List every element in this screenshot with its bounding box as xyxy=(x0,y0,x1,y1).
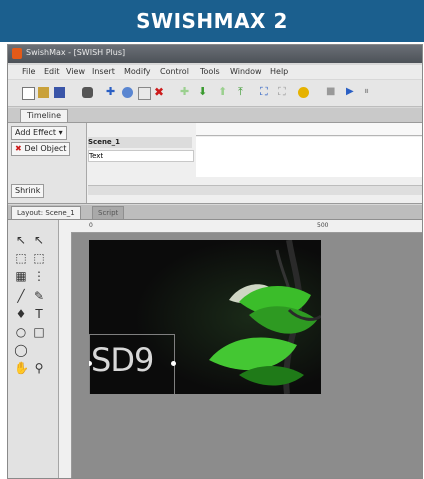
timeline-ruler xyxy=(196,123,422,136)
menu-window[interactable]: Window xyxy=(230,67,262,76)
pen-tool-icon[interactable]: ♦ xyxy=(14,308,28,320)
shrink-button[interactable]: Shrink xyxy=(11,184,45,198)
menubar: File Edit View Insert Modify Control Too… xyxy=(8,65,422,79)
select-tool-icon[interactable]: ↖ xyxy=(14,234,28,246)
add-effect-label: Add Effect xyxy=(15,128,57,137)
banner: SWISHMAX 2 xyxy=(0,0,424,42)
add-effect-button[interactable]: Add Effect ▾ xyxy=(11,126,67,140)
del-object-label: Del Object xyxy=(24,144,67,153)
save-icon[interactable] xyxy=(54,87,65,98)
subselect-tool-icon[interactable]: ↖ xyxy=(32,234,46,246)
zoom-tool-icon[interactable]: ⚲ xyxy=(32,362,46,374)
window-titlebar: SwishMax - [SWISH Plus] xyxy=(8,45,422,63)
timeline-panel: Add Effect ▾ ✖ Del Object Shrink Scene_1… xyxy=(8,123,422,204)
window-title: SwishMax - [SWISH Plus] xyxy=(26,48,126,57)
toolbox: ↖ ↖ ⬚ ⬚ ▦ ⋮ ╱ ✎ ♦ T ○ □ ◯ ✋ ⚲ xyxy=(8,220,59,478)
menu-modify[interactable]: Modify xyxy=(124,67,151,76)
menu-edit[interactable]: Edit xyxy=(44,67,60,76)
delete-x-icon: ✖ xyxy=(15,144,25,153)
menu-control[interactable]: Control xyxy=(160,67,189,76)
move-top-icon[interactable]: ⤒ xyxy=(238,85,249,98)
horizontal-ruler: 0 500 xyxy=(59,220,422,233)
menu-view[interactable]: View xyxy=(66,67,85,76)
app-window: SwishMax - [SWISH Plus] File Edit View I… xyxy=(7,44,423,479)
stop-icon[interactable]: ■ xyxy=(326,86,337,97)
track-label: Text xyxy=(89,152,104,160)
tab-layout[interactable]: Layout: Scene_1 xyxy=(11,206,81,219)
main-toolbar: ✚ ✖ ✚ ⬇ ⬆ ⤒ ⛶ ⛶ ■ ▶ ⏸ xyxy=(8,80,422,107)
insert-icon[interactable]: ✚ xyxy=(106,85,117,98)
app-icon xyxy=(12,48,22,59)
pencil-tool-icon[interactable]: ✎ xyxy=(32,290,46,302)
text-track-row[interactable]: Text xyxy=(88,150,194,162)
ungroup-icon[interactable]: ⛶ xyxy=(278,85,289,98)
scale-tool-icon[interactable]: ⬚ xyxy=(14,252,28,264)
new-icon[interactable] xyxy=(22,87,35,100)
ruler-mark-0: 0 xyxy=(89,222,93,229)
text-tool-icon[interactable]: T xyxy=(32,308,46,320)
shrink-label: Shrink xyxy=(15,186,41,195)
group-icon[interactable]: ⛶ xyxy=(260,85,271,98)
timeline-scrollbar[interactable] xyxy=(88,185,422,195)
transform-tool-icon[interactable]: ⬚ xyxy=(32,252,46,264)
add-scene-icon[interactable]: ✚ xyxy=(180,85,191,98)
banner-title: SWISHMAX 2 xyxy=(136,9,288,33)
vertical-ruler xyxy=(59,232,72,478)
move-down-icon[interactable]: ⬇ xyxy=(198,85,209,98)
canvas-area[interactable]: 0 500 SD9 xyxy=(59,220,422,478)
tab-timeline[interactable]: Timeline xyxy=(20,109,69,122)
camera-icon[interactable] xyxy=(82,87,93,98)
menu-help[interactable]: Help xyxy=(270,67,288,76)
menu-file[interactable]: File xyxy=(22,67,35,76)
scene-label: Scene_1 xyxy=(88,138,121,146)
panel-tabs: Timeline xyxy=(8,108,422,123)
menu-tools[interactable]: Tools xyxy=(200,67,220,76)
ellipse-tool-icon[interactable]: ○ xyxy=(14,326,28,338)
motion-path-icon[interactable]: ⋮ xyxy=(32,270,46,282)
line-tool-icon[interactable]: ╱ xyxy=(14,290,28,302)
autoshape-tool-icon[interactable]: ◯ xyxy=(14,344,28,356)
open-folder-icon[interactable] xyxy=(38,87,49,98)
ruler-mark-500: 500 xyxy=(317,222,329,229)
cut-icon[interactable] xyxy=(122,87,133,98)
del-object-button[interactable]: ✖ Del Object xyxy=(11,142,71,156)
delete-icon[interactable]: ✖ xyxy=(154,85,165,99)
fill-transform-icon[interactable]: ▦ xyxy=(14,270,28,282)
tab-script[interactable]: Script xyxy=(92,206,125,219)
scene-row[interactable]: Scene_1 xyxy=(88,137,192,148)
rectangle-tool-icon[interactable]: □ xyxy=(32,326,46,338)
play-icon[interactable]: ▶ xyxy=(346,86,357,97)
stage-text[interactable]: SD9 xyxy=(91,341,154,379)
timeline-controls: Add Effect ▾ ✖ Del Object Shrink xyxy=(8,123,87,203)
hand-tool-icon[interactable]: ✋ xyxy=(14,362,29,374)
layout-tabs: Layout: Scene_1 Script xyxy=(8,205,422,220)
move-up-icon[interactable]: ⬆ xyxy=(218,85,229,98)
timeline-frames[interactable] xyxy=(196,137,422,177)
copy-icon[interactable] xyxy=(138,87,151,100)
stage[interactable]: SD9 xyxy=(89,240,321,394)
menu-insert[interactable]: Insert xyxy=(92,67,115,76)
selection-handle-right[interactable] xyxy=(171,361,176,366)
pause-icon[interactable]: ⏸ xyxy=(364,86,375,97)
help-icon[interactable] xyxy=(298,87,309,98)
